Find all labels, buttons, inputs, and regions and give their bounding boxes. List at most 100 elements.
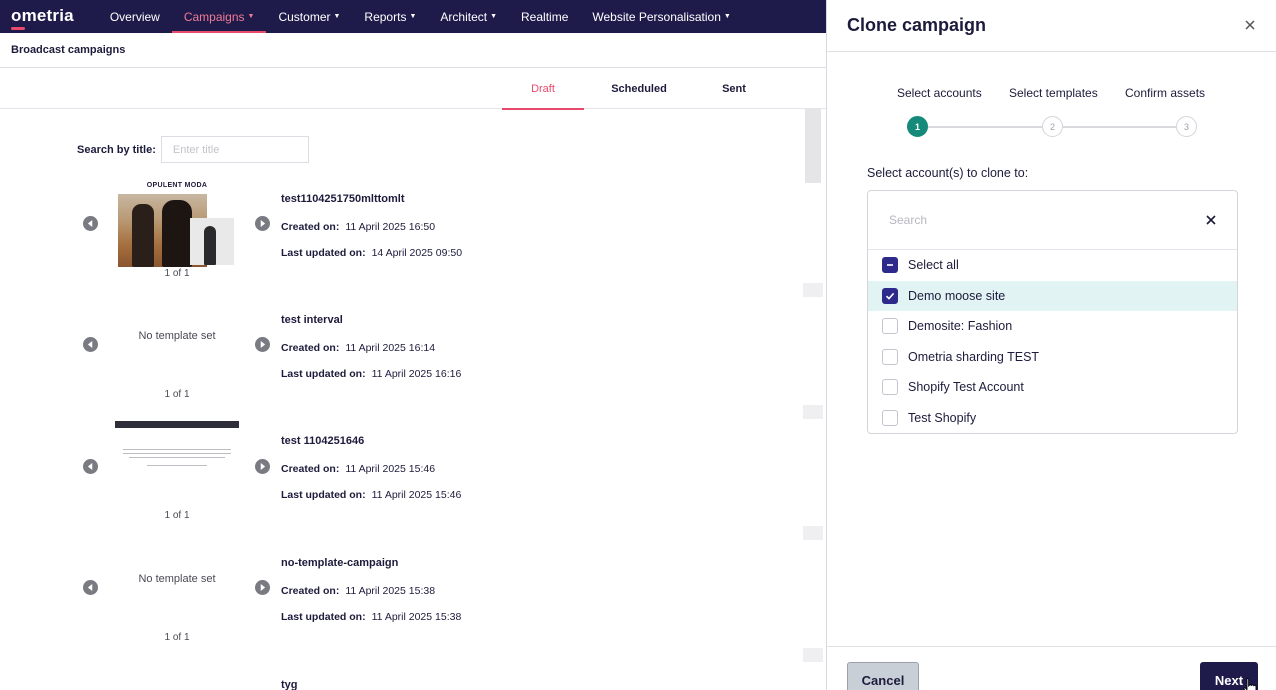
title-search-input[interactable] — [160, 136, 309, 163]
campaign-title[interactable]: tyg — [281, 679, 298, 690]
created-date: Created on: 11 April 2025 15:46 — [281, 463, 461, 476]
tab-label: Draft — [531, 82, 555, 95]
select-all-label: Select all — [908, 258, 959, 273]
nav-item-label: Customer — [278, 9, 331, 24]
campaign-title[interactable]: test 1104251646 — [281, 435, 461, 448]
campaign-info: test interval Created on: 11 April 2025 1… — [281, 314, 461, 394]
created-value: 11 April 2025 16:50 — [345, 221, 436, 233]
template-header-bar — [115, 421, 239, 428]
created-date: Created on: 11 April 2025 15:38 — [281, 585, 461, 598]
chevron-down-icon: ▼ — [723, 13, 731, 20]
campaign-title[interactable]: test interval — [281, 314, 461, 327]
template-pager: 1 of 1 — [164, 389, 190, 400]
page-scrollbar[interactable] — [803, 108, 823, 690]
title-search: Search by title: — [77, 136, 309, 163]
created-label: Created on: — [281, 221, 340, 233]
tab-label: Sent — [722, 82, 746, 95]
prev-template-button[interactable] — [83, 216, 98, 231]
next-template-button[interactable] — [255, 459, 270, 474]
nav-item-customer[interactable]: Customer ▼ — [266, 0, 352, 33]
updated-label: Last updated on: — [281, 489, 366, 501]
updated-label: Last updated on: — [281, 247, 366, 259]
nav-item-website-personalisation[interactable]: Website Personalisation ▼ — [580, 0, 742, 33]
account-option-test-shopify[interactable]: Test Shopify — [868, 403, 1237, 434]
prev-template-button[interactable] — [83, 459, 98, 474]
unchecked-checkbox[interactable] — [882, 409, 898, 426]
nav-item-reports[interactable]: Reports ▼ — [352, 0, 428, 33]
checked-checkbox[interactable] — [882, 287, 898, 304]
next-template-button[interactable] — [255, 580, 270, 595]
select-accounts-label: Select account(s) to clone to: — [867, 166, 1029, 180]
scroll-marker — [803, 405, 823, 419]
account-option-ometria-sharding-test[interactable]: Ometria sharding TEST — [868, 342, 1237, 373]
minus-icon — [887, 264, 893, 267]
campaign-title[interactable]: test1104251750mlttomlt — [281, 193, 462, 206]
nav-item-campaigns[interactable]: Campaigns ▼ — [171, 0, 267, 33]
nav-item-architect[interactable]: Architect ▼ — [428, 0, 509, 33]
unchecked-checkbox[interactable] — [882, 379, 898, 396]
created-label: Created on: — [281, 342, 340, 354]
account-option-shopify-test-account[interactable]: Shopify Test Account — [868, 372, 1237, 403]
chevron-left-icon — [87, 341, 93, 348]
updated-value: 11 April 2025 16:16 — [371, 368, 462, 380]
prev-template-button[interactable] — [83, 580, 98, 595]
logo-text: ometria — [11, 5, 74, 25]
ometria-logo[interactable]: ometria — [11, 5, 74, 30]
nav-items: Overview Campaigns ▼ Customer ▼ Reports ▼ Archi… — [98, 0, 743, 33]
updated-label: Last updated on: — [281, 611, 366, 623]
chevron-left-icon — [87, 584, 93, 591]
close-icon — [1206, 215, 1216, 225]
tab-draft[interactable]: Draft — [502, 68, 584, 110]
step-3-indicator: 3 — [1176, 116, 1197, 137]
unchecked-checkbox[interactable] — [882, 348, 898, 365]
chevron-down-icon: ▼ — [247, 13, 255, 20]
campaign-card: tyg — [77, 666, 777, 690]
created-date: Created on: 11 April 2025 16:14 — [281, 342, 461, 355]
fashion-photo-small — [190, 218, 234, 265]
next-template-button[interactable] — [255, 216, 270, 231]
nav-item-realtime[interactable]: Realtime — [509, 0, 580, 33]
cancel-button[interactable]: Cancel — [847, 662, 919, 690]
campaign-title[interactable]: no-template-campaign — [281, 557, 461, 570]
unchecked-checkbox[interactable] — [882, 318, 898, 335]
template-thumbnail[interactable]: OPULENT MODA — [115, 182, 239, 272]
created-date: Created on: 11 April 2025 16:50 — [281, 221, 462, 234]
clear-search-button[interactable] — [1203, 212, 1219, 228]
logo-mark — [11, 26, 25, 30]
step-label-confirm-assets: Confirm assets — [1125, 86, 1206, 100]
campaign-info: test1104251750mlttomlt Created on: 11 Apr… — [281, 193, 462, 273]
account-search — [868, 191, 1237, 250]
scrollbar-thumb[interactable] — [805, 108, 821, 183]
next-template-button[interactable] — [255, 337, 270, 352]
check-icon — [885, 292, 895, 300]
template-thumbnail[interactable] — [115, 421, 239, 476]
drawer-footer: Cancel Next — [827, 646, 1276, 690]
account-option-demosite-fashion[interactable]: Demosite: Fashion — [868, 311, 1237, 342]
nav-item-overview[interactable]: Overview — [98, 0, 172, 33]
tab-sent[interactable]: Sent — [695, 68, 773, 109]
tab-scheduled[interactable]: Scheduled — [598, 68, 680, 109]
scroll-marker — [803, 283, 823, 297]
no-template-text: No template set — [138, 330, 216, 342]
step-1-indicator: 1 — [907, 116, 928, 137]
no-template-text: No template set — [138, 573, 216, 585]
updated-date: Last updated on: 14 April 2025 09:50 — [281, 247, 462, 260]
created-value: 11 April 2025 15:46 — [345, 463, 436, 475]
updated-value: 11 April 2025 15:46 — [371, 489, 462, 501]
close-button[interactable] — [1241, 16, 1259, 34]
account-search-input[interactable] — [878, 204, 1198, 236]
select-all-option[interactable]: Select all — [868, 250, 1237, 281]
scroll-marker — [803, 526, 823, 540]
account-option-demo-moose-site[interactable]: Demo moose site — [868, 280, 1237, 311]
account-selector: Select all Demo moose site Demosite: Fas… — [867, 190, 1238, 434]
campaign-card: 1 of 1 test 1104251646 Created on: 11 Apr… — [77, 421, 777, 542]
top-navigation: ometria Overview Campaigns ▼ Customer ▼ Repor… — [0, 0, 826, 33]
campaign-card: OPULENT MODA 1 of 1 test1104251750mlttom… — [77, 180, 777, 300]
account-label: Shopify Test Account — [908, 380, 1024, 395]
indeterminate-checkbox[interactable] — [882, 257, 898, 274]
close-icon — [1245, 20, 1255, 30]
created-label: Created on: — [281, 463, 340, 475]
nav-item-label: Campaigns — [183, 9, 245, 24]
step-2-indicator: 2 — [1042, 116, 1063, 137]
prev-template-button[interactable] — [83, 337, 98, 352]
